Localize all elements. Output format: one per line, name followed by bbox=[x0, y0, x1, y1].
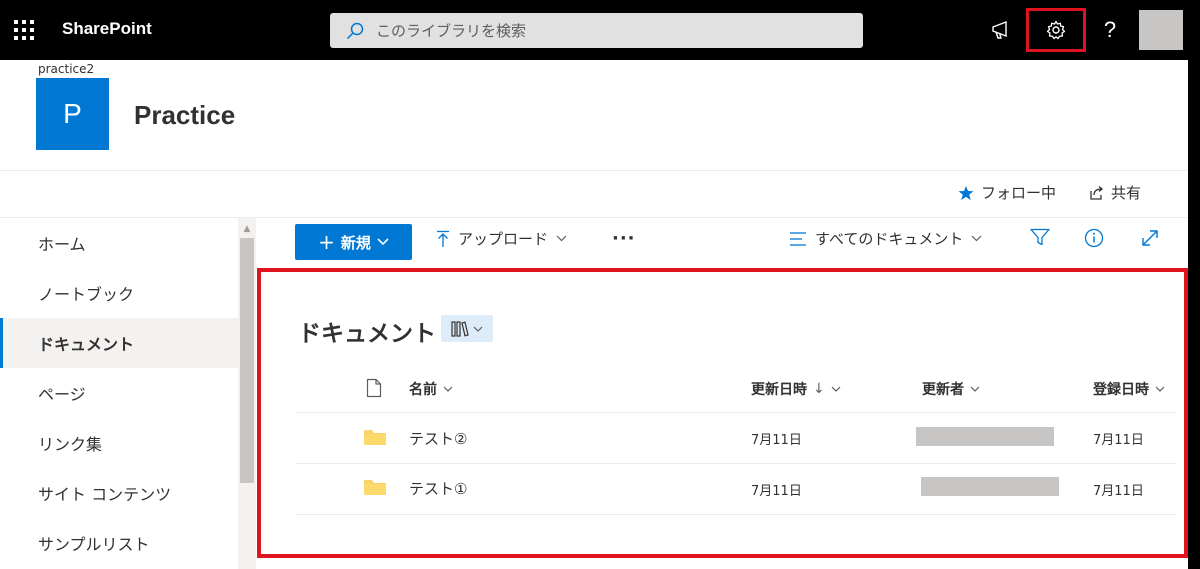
row-created: 7月11日 bbox=[1093, 433, 1144, 448]
help-icon[interactable]: ? bbox=[1094, 14, 1126, 46]
nav-item-notebook[interactable]: ノートブック bbox=[0, 268, 238, 318]
site-title[interactable]: Practice bbox=[134, 100, 235, 131]
chevron-down-icon bbox=[1155, 386, 1165, 392]
column-created-label: 登録日時 bbox=[1093, 382, 1149, 398]
row-name[interactable]: テスト② bbox=[409, 428, 467, 449]
follow-button[interactable]: フォロー中 bbox=[958, 182, 1056, 203]
folder-icon bbox=[364, 430, 386, 445]
left-navigation: ホーム ノートブック ドキュメント ページ リンク集 サイト コンテンツ サンプ… bbox=[0, 218, 238, 569]
suite-bar: SharePoint ? bbox=[0, 0, 1200, 60]
library-title: ドキュメント bbox=[298, 321, 436, 347]
info-icon[interactable] bbox=[1084, 228, 1104, 248]
search-input[interactable] bbox=[376, 21, 836, 40]
row-modified: 7月11日 bbox=[751, 484, 802, 499]
scroll-up-arrow-icon[interactable]: ▲ bbox=[238, 224, 256, 234]
nav-item-links[interactable]: リンク集 bbox=[0, 418, 238, 468]
chevron-down-icon bbox=[971, 235, 982, 242]
nav-item-site-contents[interactable]: サイト コンテンツ bbox=[0, 468, 238, 518]
column-header-modified-by[interactable]: 更新者 bbox=[922, 378, 980, 400]
column-name-label: 名前 bbox=[409, 382, 437, 398]
view-label: すべてのドキュメント bbox=[815, 230, 964, 248]
nav-item-documents[interactable]: ドキュメント bbox=[0, 318, 238, 368]
row-divider bbox=[296, 463, 1176, 464]
star-icon bbox=[958, 185, 974, 200]
file-type-icon[interactable] bbox=[366, 378, 382, 402]
user-avatar[interactable] bbox=[1139, 10, 1183, 50]
chevron-down-icon bbox=[831, 386, 841, 392]
library-icon bbox=[451, 320, 469, 337]
share-label: 共有 bbox=[1111, 184, 1142, 202]
site-logo[interactable]: P bbox=[36, 78, 109, 150]
view-selector[interactable]: すべてのドキュメント bbox=[789, 228, 982, 249]
site-url-label: practice2 bbox=[38, 62, 95, 76]
settings-gear-icon[interactable] bbox=[1026, 8, 1086, 52]
sort-descending-icon: ↓ bbox=[813, 381, 825, 397]
nav-scrollbar[interactable]: ▲ bbox=[238, 218, 256, 569]
nav-item-pages[interactable]: ページ bbox=[0, 368, 238, 418]
search-box[interactable] bbox=[330, 13, 863, 48]
app-launcher-icon[interactable] bbox=[14, 20, 36, 42]
redacted-user bbox=[921, 477, 1059, 496]
upload-arrow-icon bbox=[437, 230, 449, 247]
header-divider bbox=[0, 170, 1188, 171]
row-divider bbox=[296, 514, 1176, 515]
chevron-down-icon bbox=[970, 386, 980, 392]
chevron-down-icon bbox=[473, 326, 483, 332]
more-options-icon[interactable]: ··· bbox=[612, 228, 636, 249]
share-button[interactable]: 共有 bbox=[1088, 182, 1141, 203]
megaphone-icon[interactable] bbox=[986, 14, 1018, 46]
chevron-down-icon bbox=[443, 386, 453, 392]
folder-icon bbox=[364, 480, 386, 495]
new-button-label: 新規 bbox=[340, 233, 371, 252]
column-modified-by-label: 更新者 bbox=[922, 382, 964, 398]
filter-icon[interactable] bbox=[1030, 228, 1050, 246]
scrollbar-thumb[interactable] bbox=[240, 238, 254, 483]
column-header-modified[interactable]: 更新日時 ↓ bbox=[751, 378, 841, 400]
nav-item-sample-list[interactable]: サンプルリスト bbox=[0, 518, 238, 568]
plus-icon: + bbox=[318, 230, 335, 254]
expand-icon[interactable] bbox=[1140, 228, 1160, 248]
upload-label: アップロード bbox=[458, 230, 549, 248]
header-row-divider bbox=[296, 412, 1176, 413]
redacted-user bbox=[916, 427, 1054, 446]
column-modified-label: 更新日時 bbox=[751, 382, 807, 398]
app-brand[interactable]: SharePoint bbox=[62, 19, 152, 39]
window-edge bbox=[1188, 0, 1200, 569]
search-icon bbox=[346, 22, 364, 39]
follow-label: フォロー中 bbox=[981, 184, 1057, 202]
library-view-switcher[interactable] bbox=[441, 315, 493, 342]
row-modified: 7月11日 bbox=[751, 433, 802, 448]
nav-item-home[interactable]: ホーム bbox=[0, 218, 238, 268]
share-icon bbox=[1090, 185, 1104, 200]
chevron-down-icon bbox=[556, 235, 567, 242]
chevron-down-icon bbox=[377, 238, 389, 246]
upload-button[interactable]: アップロード bbox=[436, 228, 567, 249]
view-list-icon bbox=[790, 231, 806, 246]
new-button[interactable]: + 新規 bbox=[295, 224, 412, 260]
column-header-created[interactable]: 登録日時 bbox=[1093, 378, 1165, 400]
column-header-name[interactable]: 名前 bbox=[409, 378, 453, 400]
row-created: 7月11日 bbox=[1093, 484, 1144, 499]
row-name[interactable]: テスト① bbox=[409, 478, 467, 499]
